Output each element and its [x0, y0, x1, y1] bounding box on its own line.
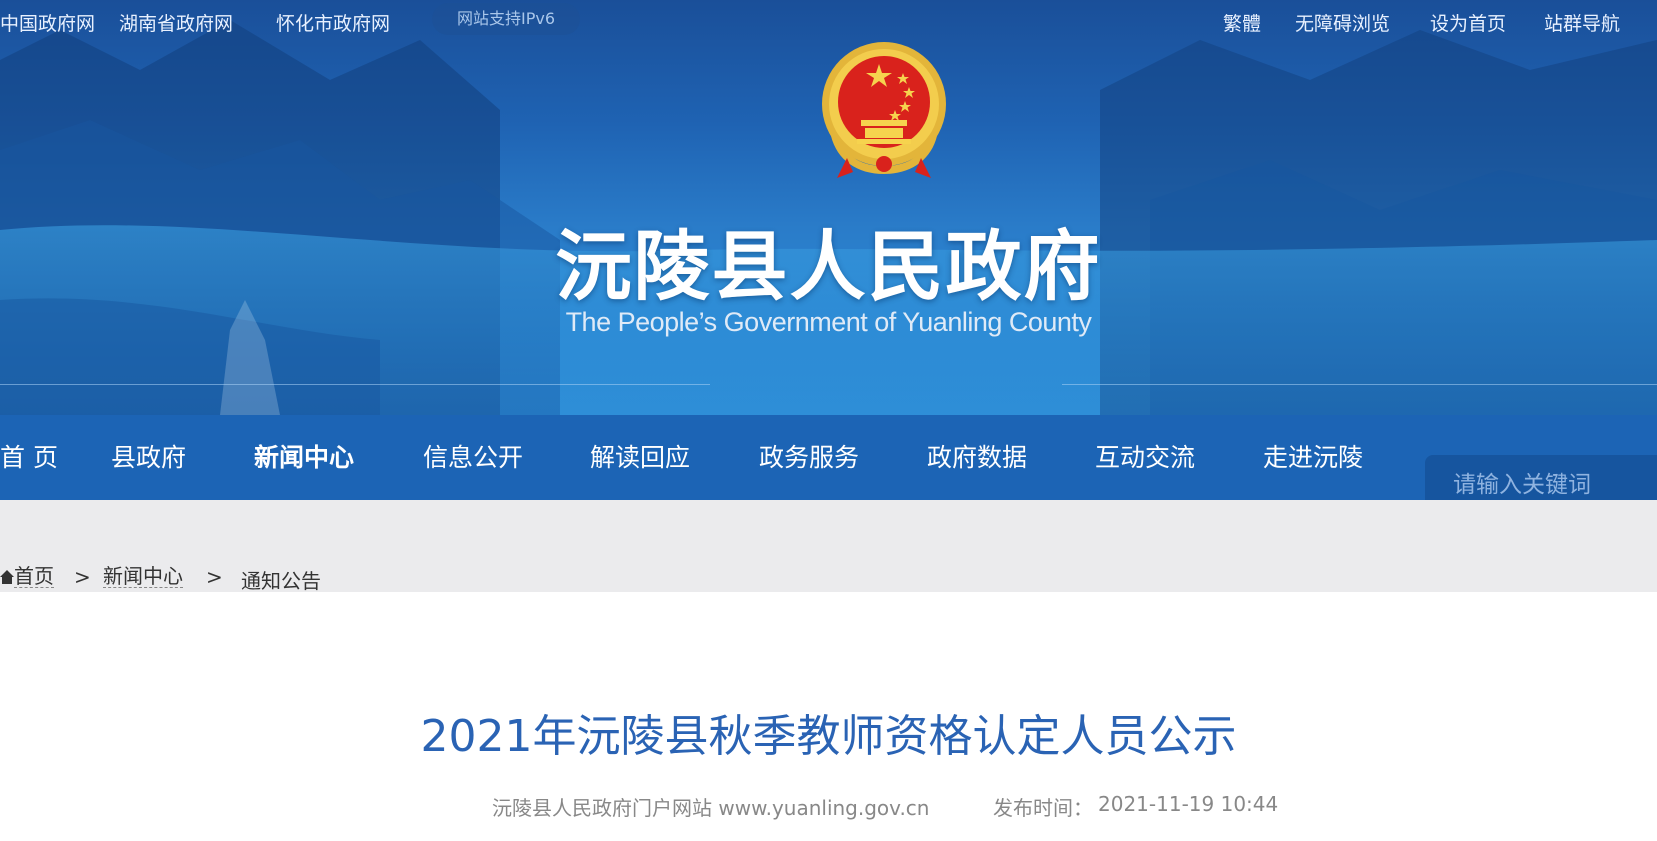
nav-gov-data[interactable]: 政府数据 [927, 415, 1027, 500]
decorative-line-left [0, 384, 710, 385]
site-subtitle: The People’s Government of Yuanling Coun… [565, 307, 1092, 337]
nav-news-center[interactable]: 新闻中心 [254, 415, 354, 500]
link-huaihua-gov[interactable]: 怀化市政府网 [276, 9, 390, 36]
nav-home[interactable]: 首 页 [0, 415, 58, 500]
breadcrumb-separator: > [74, 565, 91, 589]
decorative-line-right [1062, 384, 1657, 385]
publish-label: 发布时间： [993, 796, 1093, 820]
link-traditional-chinese[interactable]: 繁體 [1223, 9, 1261, 36]
breadcrumb-separator: > [206, 565, 223, 589]
site-title: 沅陵县人民政府 [555, 222, 1102, 311]
nav-about-yuanling[interactable]: 走进沅陵 [1263, 415, 1363, 500]
breadcrumb-notices[interactable]: 通知公告 [241, 565, 321, 594]
nav-county-gov[interactable]: 县政府 [111, 415, 186, 500]
nav-interpretation[interactable]: 解读回应 [590, 415, 690, 500]
nav-gov-services[interactable]: 政务服务 [759, 415, 859, 500]
header-banner: 中国政府网 湖南省政府网 怀化市政府网 网站支持IPv6 繁體 无障碍浏览 设为… [0, 0, 1657, 415]
active-nav-indicator [292, 513, 310, 522]
article-source: 沅陵县人民政府门户网站 www.yuanling.gov.cn [492, 796, 930, 820]
link-gov-cn[interactable]: 中国政府网 [0, 9, 95, 36]
link-accessibility[interactable]: 无障碍浏览 [1295, 9, 1390, 36]
national-emblem-icon [822, 42, 946, 178]
ipv6-badge: 网站支持IPv6 [432, 3, 580, 35]
nav-info-disclosure[interactable]: 信息公开 [423, 415, 523, 500]
link-site-navigation[interactable]: 站群导航 [1544, 9, 1620, 36]
article-title: 2021年沅陵县秋季教师资格认定人员公示 [420, 711, 1237, 762]
breadcrumb-home[interactable]: 首页 [14, 565, 54, 588]
breadcrumb-news-center[interactable]: 新闻中心 [103, 565, 183, 588]
link-hunan-gov[interactable]: 湖南省政府网 [119, 9, 233, 36]
publish-time: 2021-11-19 10:44 [1098, 792, 1279, 816]
main-nav: 首 页 县政府 新闻中心 信息公开 解读回应 政务服务 政府数据 互动交流 走进… [0, 415, 1657, 500]
link-set-homepage[interactable]: 设为首页 [1430, 9, 1506, 36]
home-icon [0, 570, 14, 584]
nav-interaction[interactable]: 互动交流 [1095, 415, 1195, 500]
top-link-bar: 中国政府网 湖南省政府网 怀化市政府网 网站支持IPv6 繁體 无障碍浏览 设为… [0, 0, 1657, 42]
